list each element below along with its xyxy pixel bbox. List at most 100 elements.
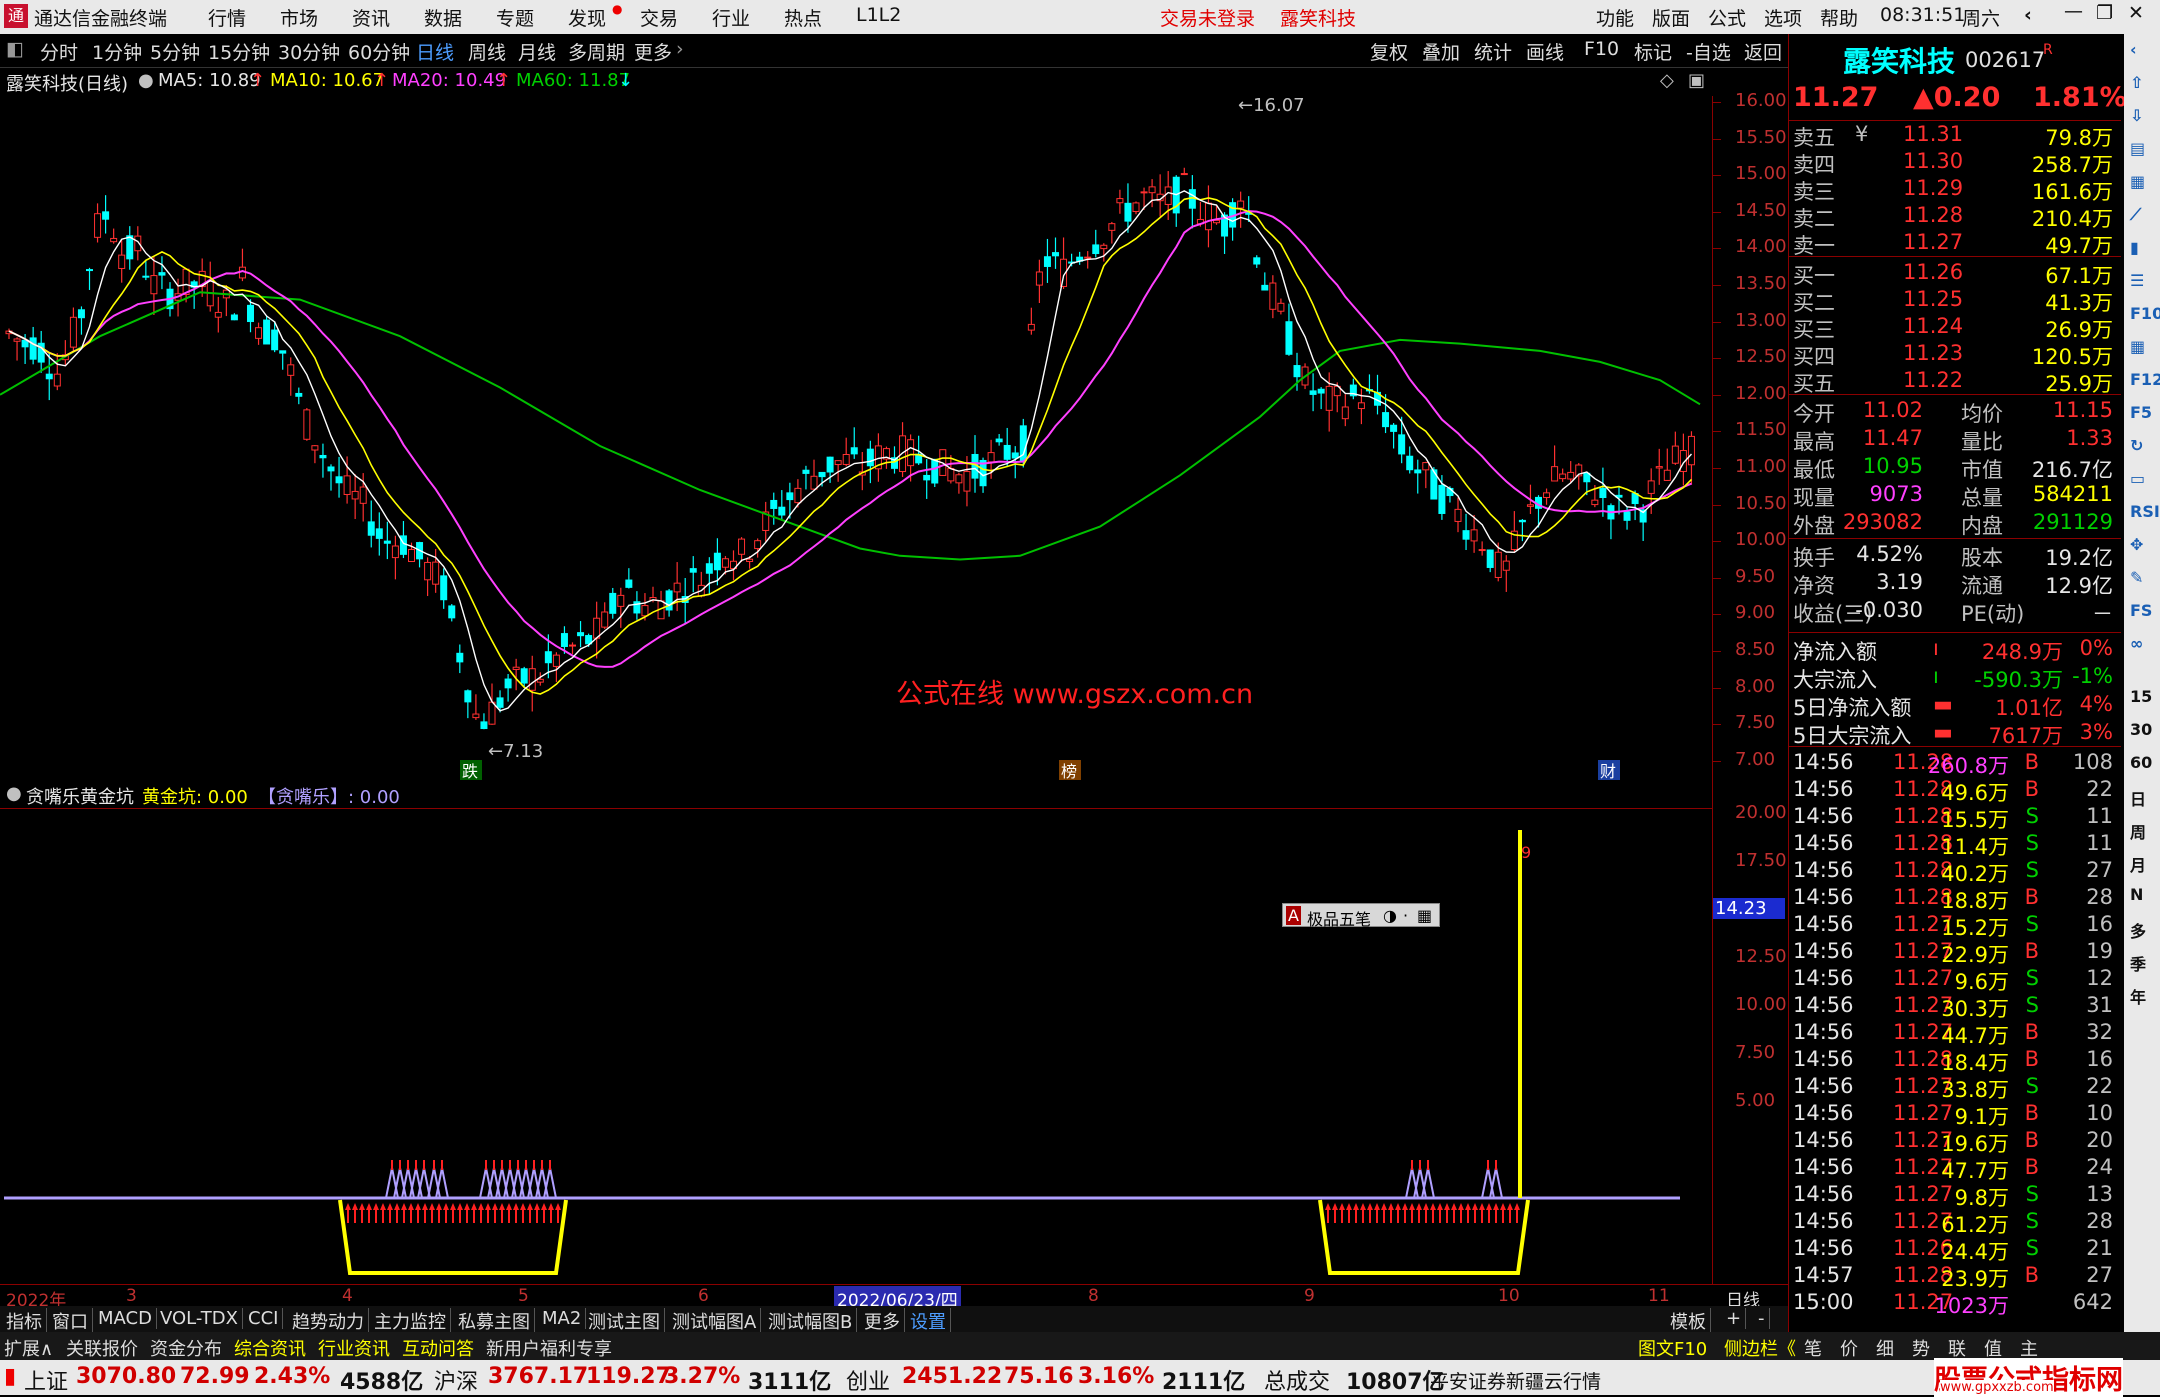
- period-shortcut[interactable]: N: [2130, 885, 2143, 904]
- ime-dot-icon[interactable]: ·: [1403, 906, 1408, 925]
- kline-icon[interactable]: ▮: [2130, 238, 2139, 257]
- menu-function[interactable]: 功能: [1596, 4, 1634, 31]
- tab-related-quotes[interactable]: 关联报价: [66, 1335, 138, 1361]
- legend-toggle-icon[interactable]: ●: [138, 70, 154, 91]
- grid-icon[interactable]: ▦: [2130, 337, 2145, 356]
- mark-button[interactable]: 标记: [1634, 38, 1672, 65]
- period-more[interactable]: 更多: [634, 38, 672, 65]
- menu-formula[interactable]: 公式: [1708, 4, 1746, 31]
- tab-cci[interactable]: CCI: [244, 1308, 284, 1329]
- period-daily[interactable]: 日线: [416, 38, 454, 65]
- period-shortcut[interactable]: 日: [2130, 786, 2146, 810]
- menu-news[interactable]: 资讯: [352, 4, 390, 31]
- stats-button[interactable]: 统计: [1474, 38, 1512, 65]
- tab-more[interactable]: 更多: [860, 1308, 905, 1334]
- restore-icon[interactable]: ❐: [2096, 2, 2113, 24]
- remove-button[interactable]: -: [1754, 1308, 1770, 1329]
- period-shortcut[interactable]: 周: [2130, 819, 2146, 843]
- menu-data[interactable]: 数据: [424, 4, 462, 31]
- adjust-button[interactable]: 复权: [1370, 38, 1408, 65]
- menu-l1l2[interactable]: L1L2: [856, 4, 901, 26]
- draw-button[interactable]: 画线: [1526, 38, 1564, 65]
- period-shortcut[interactable]: 15: [2130, 687, 2152, 706]
- tab-macd[interactable]: MACD: [94, 1308, 157, 1329]
- down-icon[interactable]: ⇩: [2130, 106, 2143, 125]
- menu-options[interactable]: 选项: [1764, 4, 1802, 31]
- f10-icon[interactable]: F10: [2130, 304, 2160, 323]
- period-weekly[interactable]: 周线: [468, 38, 506, 65]
- tab-f10[interactable]: 图文F10: [1638, 1335, 1707, 1361]
- indicator-toggle-icon[interactable]: ●: [6, 783, 22, 804]
- tab-newuser[interactable]: 新用户福利专享: [486, 1335, 612, 1361]
- menu-layout[interactable]: 版面: [1652, 4, 1690, 31]
- back-icon[interactable]: ‹: [2024, 4, 2032, 26]
- period-shortcut[interactable]: 季: [2130, 951, 2146, 975]
- f10-button[interactable]: F10: [1584, 38, 1619, 60]
- period-shortcut[interactable]: 月: [2130, 852, 2146, 876]
- tab-fund-dist[interactable]: 资金分布: [150, 1335, 222, 1361]
- tab-qa[interactable]: 互动问答: [402, 1335, 474, 1361]
- f5-icon[interactable]: F5: [2130, 403, 2152, 422]
- tab-ma2[interactable]: MA2: [538, 1308, 587, 1329]
- golden-pit-indicator-chart[interactable]: 9: [0, 808, 1712, 1284]
- menu-industry[interactable]: 行业: [712, 4, 750, 31]
- ime-name[interactable]: 极品五笔: [1307, 906, 1371, 930]
- pen-icon[interactable]: ✎: [2130, 568, 2143, 587]
- menu-help[interactable]: 帮助: [1820, 4, 1858, 31]
- ime-a-icon[interactable]: A: [1286, 906, 1301, 925]
- trend-icon[interactable]: ⟋: [2130, 205, 2141, 225]
- tab-news[interactable]: 综合资讯: [234, 1335, 306, 1361]
- return-button[interactable]: 返回: [1744, 38, 1782, 65]
- login-status[interactable]: 交易未登录: [1160, 4, 1255, 31]
- ime-moon-icon[interactable]: ◑: [1383, 906, 1397, 925]
- menu-trade[interactable]: 交易: [640, 4, 678, 31]
- menu-market[interactable]: 市场: [280, 4, 318, 31]
- tab-industry-news[interactable]: 行业资讯: [318, 1335, 390, 1361]
- menu-hot[interactable]: 热点: [784, 4, 822, 31]
- tab-price[interactable]: 价: [1840, 1335, 1858, 1361]
- menu-topics[interactable]: 专题: [496, 4, 534, 31]
- period-30min[interactable]: 30分钟: [278, 38, 340, 65]
- tab-test-main[interactable]: 测试主图: [584, 1308, 665, 1334]
- template-button[interactable]: 模板: [1666, 1308, 1711, 1334]
- period-5min[interactable]: 5分钟: [150, 38, 200, 65]
- diamond-icon[interactable]: ◇: [1660, 70, 1674, 91]
- up-icon[interactable]: ⇧: [2130, 73, 2143, 92]
- period-monthly[interactable]: 月线: [518, 38, 556, 65]
- overlay-button[interactable]: 叠加: [1422, 38, 1460, 65]
- period-intraday[interactable]: 分时: [40, 38, 78, 65]
- tab-private-main[interactable]: 私募主图: [454, 1308, 535, 1334]
- period-15min[interactable]: 15分钟: [208, 38, 270, 65]
- remove-watchlist-button[interactable]: -自选: [1686, 38, 1731, 65]
- tab-trend-power[interactable]: 趋势动力: [288, 1308, 369, 1334]
- refresh-icon[interactable]: ↻: [2130, 436, 2143, 455]
- tab-main-monitor[interactable]: 主力监控: [370, 1308, 451, 1334]
- menu-quotes[interactable]: 行情: [208, 4, 246, 31]
- minimize-icon[interactable]: —: [2064, 0, 2083, 22]
- sh-label[interactable]: 上证: [24, 1364, 68, 1396]
- tab-indicator[interactable]: 指标: [2, 1308, 47, 1334]
- f12-icon[interactable]: F12: [2130, 370, 2160, 389]
- tab-trend[interactable]: 势: [1912, 1335, 1930, 1361]
- period-shortcut[interactable]: 30: [2130, 720, 2152, 739]
- tab-expand[interactable]: 扩展∧: [4, 1335, 53, 1361]
- table-icon[interactable]: ▦: [2130, 172, 2145, 191]
- tab-vol-tdx[interactable]: VOL-TDX: [156, 1308, 243, 1329]
- close-icon[interactable]: ✕: [2128, 2, 2144, 24]
- candlestick-chart[interactable]: ←16.07 ←7.13 公式在线 www.gszx.com.cn 跌 榜 财: [0, 96, 1712, 780]
- tab-settings[interactable]: 设置: [906, 1308, 951, 1334]
- period-shortcut[interactable]: 年: [2130, 984, 2146, 1008]
- tv-icon[interactable]: ▭: [2130, 469, 2145, 488]
- square-icon[interactable]: ▣: [1688, 70, 1705, 91]
- tab-test-b[interactable]: 测试幅图B: [764, 1308, 858, 1334]
- period-shortcut[interactable]: 60: [2130, 753, 2152, 772]
- add-button[interactable]: +: [1722, 1308, 1747, 1329]
- tab-trades[interactable]: 笔: [1804, 1335, 1822, 1361]
- chevron-right-icon[interactable]: ›: [676, 38, 684, 60]
- list-icon[interactable]: ☰: [2130, 271, 2144, 290]
- tab-sidebar[interactable]: 侧边栏《: [1724, 1335, 1796, 1361]
- link-icon[interactable]: ∞: [2130, 634, 2143, 653]
- tab-detail[interactable]: 细: [1876, 1335, 1894, 1361]
- chart-icon[interactable]: ▤: [2130, 139, 2145, 158]
- fs-icon[interactable]: FS: [2130, 601, 2152, 620]
